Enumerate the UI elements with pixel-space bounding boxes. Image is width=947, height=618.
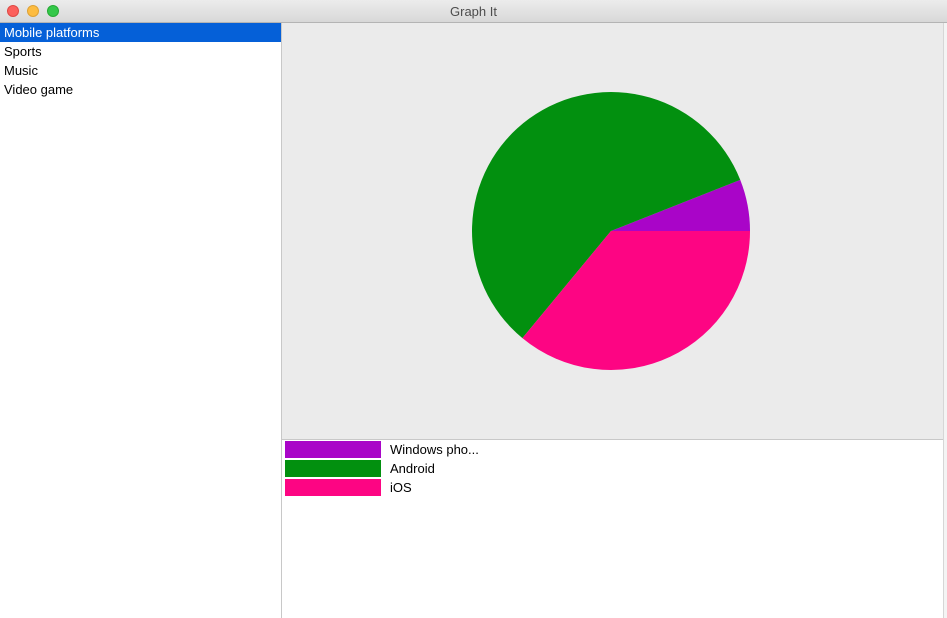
- legend-swatch-android: [285, 460, 381, 477]
- window-title: Graph It: [450, 4, 497, 19]
- legend-label-android: Android: [390, 461, 435, 476]
- window-edge: [943, 23, 947, 618]
- legend-label-windows-phone: Windows pho...: [390, 442, 479, 457]
- category-list[interactable]: Mobile platforms Sports Music Video game: [0, 23, 282, 618]
- sidebar-item-sports[interactable]: Sports: [0, 42, 281, 61]
- chart-legend: Windows pho... Android iOS: [282, 440, 943, 618]
- legend-swatch-windows-phone: [285, 441, 381, 458]
- legend-label-ios: iOS: [390, 480, 412, 495]
- legend-swatch-ios: [285, 479, 381, 496]
- title-bar[interactable]: Graph It: [0, 0, 947, 23]
- sidebar-item-music[interactable]: Music: [0, 61, 281, 80]
- app-window: Graph It Mobile platforms Sports Music V…: [0, 0, 947, 618]
- pie-chart-pane: [282, 23, 943, 440]
- sidebar-item-video-game[interactable]: Video game: [0, 80, 281, 99]
- pie-chart: [472, 92, 750, 371]
- sidebar-item-mobile-platforms[interactable]: Mobile platforms: [0, 23, 281, 42]
